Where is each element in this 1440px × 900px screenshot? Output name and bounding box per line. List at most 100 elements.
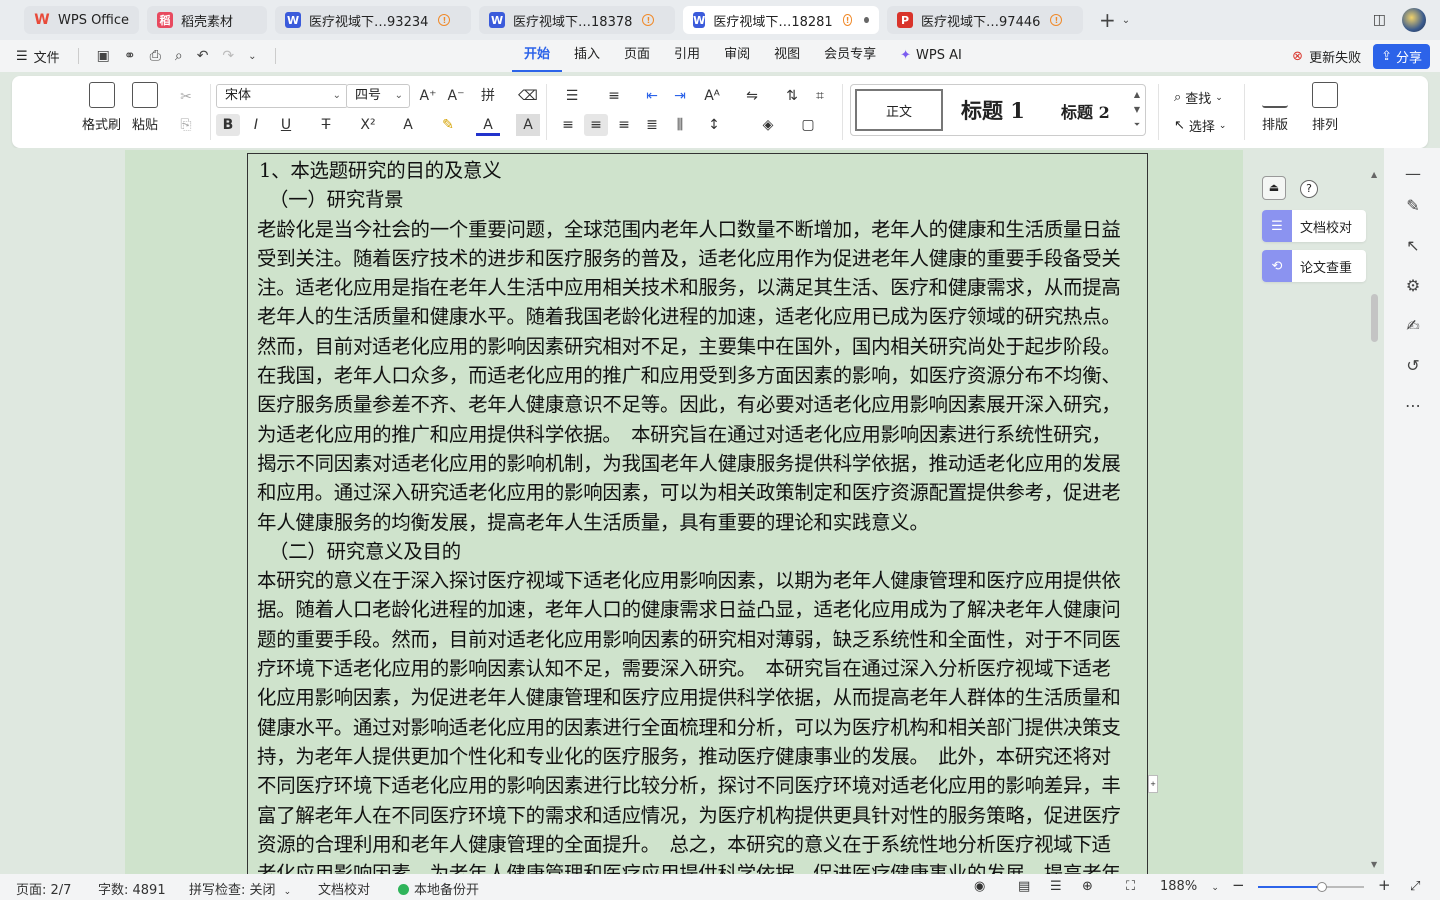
link-icon[interactable]: ⚭ [124, 48, 136, 64]
avatar[interactable] [1402, 8, 1426, 32]
bullet-list-icon[interactable]: ☰ [560, 85, 584, 107]
unsaved-dot-icon[interactable] [864, 17, 870, 23]
sidebar-toggle-icon[interactable]: ◫ [1373, 12, 1386, 28]
page-view-icon[interactable]: ▤ [1018, 879, 1030, 894]
distributed-icon[interactable]: ⫼ [668, 114, 692, 136]
decrease-indent-icon[interactable]: ⇤ [640, 85, 664, 107]
increase-indent-icon[interactable]: ⇥ [668, 85, 692, 107]
redo-icon[interactable]: ↷ [222, 48, 234, 64]
paragraph-handle[interactable]: + [1148, 775, 1158, 793]
fullscreen-icon[interactable]: ⤢ [1410, 879, 1420, 894]
zoom-in-icon[interactable]: + [1378, 876, 1391, 894]
shading-icon[interactable]: ◈ [756, 114, 780, 136]
doc-proofread-button[interactable]: ☰ 文档校对 [1262, 210, 1366, 242]
numbered-list-icon[interactable]: ≡ [602, 85, 626, 107]
tab-doc-18378[interactable]: W 医疗视域下…18378 ! [479, 6, 676, 34]
tab-review[interactable]: 审阅 [712, 40, 762, 72]
superscript-icon[interactable]: X² [356, 114, 380, 136]
chevron-down-icon[interactable]: ⌄ [1122, 15, 1130, 26]
line-spacing-icon[interactable]: ↕ [702, 114, 726, 136]
tab-wps-ai[interactable]: ✦ WPS AI [888, 40, 974, 72]
local-backup-status[interactable]: 本地备份开 [398, 879, 479, 898]
minimize-icon[interactable]: — [1403, 164, 1423, 184]
styles-scroll[interactable]: ▲ ▼ ⏷ [1131, 87, 1143, 132]
bold-icon[interactable]: B [216, 114, 240, 136]
tab-member[interactable]: 会员专享 [812, 40, 888, 72]
expand-icon[interactable]: ⏷ [1131, 117, 1143, 132]
word-count[interactable]: 字数: 4891 [98, 879, 166, 898]
chevron-down-icon[interactable]: ▼ [1131, 102, 1143, 117]
chevron-down-icon[interactable]: ⌄ [248, 51, 256, 62]
scrollbar-thumb[interactable] [1371, 294, 1378, 342]
strikethrough-icon[interactable]: T [314, 114, 338, 136]
clear-format-icon[interactable]: ⌫ [516, 85, 540, 107]
save-icon[interactable]: ▣ [97, 48, 110, 64]
adjust-icon[interactable]: ⚙ [1403, 276, 1423, 296]
tab-doc-97446[interactable]: P 医疗视域下…97446 ! [887, 6, 1084, 34]
align-right-icon[interactable]: ≡ [612, 114, 636, 136]
print-preview-icon[interactable]: ⌕ [175, 48, 183, 64]
decrease-font-icon[interactable]: A⁻ [444, 85, 468, 107]
sort-icon[interactable]: ⇅ [780, 85, 804, 107]
justify-icon[interactable]: ≣ [640, 114, 664, 136]
web-view-icon[interactable]: ⊕ [1082, 879, 1093, 894]
text-effect-icon[interactable]: A [396, 114, 420, 136]
char-shading-icon[interactable]: A [516, 114, 540, 136]
font-color-icon[interactable]: A [476, 114, 500, 136]
zoom-slider-knob[interactable] [1316, 882, 1327, 892]
style-normal[interactable]: 正文 [855, 89, 943, 131]
cut-icon[interactable]: ✂ [174, 86, 198, 108]
arrange-button[interactable]: 排列 [1312, 82, 1338, 133]
update-failed-button[interactable]: ⊗ 更新失败 [1292, 47, 1361, 66]
chinese-layout-icon[interactable]: ⇋ [740, 85, 764, 107]
tab-home[interactable]: 开始 [512, 40, 563, 72]
tab-docer[interactable]: 稻 稻壳素材 [147, 6, 268, 34]
border-icon[interactable]: ▢ [796, 114, 820, 136]
document-text-area[interactable]: 1、本选题研究的目的及意义 （一）研究背景 老龄化是当今社会的一个重要问题，全球范围… [247, 153, 1148, 874]
style-heading-2[interactable]: 标题 2 [1061, 99, 1110, 123]
increase-font-icon[interactable]: A⁺ [416, 85, 440, 107]
share-button[interactable]: ⇪ 分享 [1373, 44, 1430, 69]
pointer-icon[interactable]: ↖ [1403, 236, 1423, 256]
undo-icon[interactable]: ↶ [197, 48, 209, 64]
zoom-out-icon[interactable]: − [1232, 876, 1245, 894]
tab-view[interactable]: 视图 [762, 40, 812, 72]
help-icon[interactable]: ? [1300, 180, 1318, 198]
format-painter-button[interactable]: 格式刷 [82, 82, 121, 133]
tab-wps-office[interactable]: W WPS Office [24, 6, 140, 34]
page-indicator[interactable]: 页面: 2/7 [16, 879, 71, 898]
plagiarism-check-button[interactable]: ⟲ 论文查重 [1262, 250, 1366, 282]
text-direction-icon[interactable]: Aᴬ [700, 85, 724, 107]
eye-protection-icon[interactable]: ◉ [974, 879, 985, 894]
print-icon[interactable]: ⎙ [150, 48, 161, 64]
highlight-icon[interactable]: ✎ [436, 114, 460, 136]
vertical-scrollbar[interactable]: ▲ ▼ [1367, 152, 1383, 872]
chevron-up-icon[interactable]: ▲ [1131, 87, 1143, 102]
align-center-icon[interactable]: ≡ [584, 114, 608, 136]
history-icon[interactable]: ↺ [1403, 356, 1423, 376]
find-button[interactable]: ⌕ 查找 ⌄ [1174, 88, 1223, 107]
fit-page-icon[interactable]: ⛶ [1126, 879, 1135, 894]
style-heading-1[interactable]: 标题 1 [961, 95, 1025, 125]
tab-insert[interactable]: 插入 [562, 40, 612, 72]
tab-doc-93234[interactable]: W 医疗视域下…93234 ! [275, 6, 472, 34]
chevron-up-icon[interactable]: ▲ [1371, 170, 1377, 179]
font-name-select[interactable]: 宋体 ⌄ [216, 84, 348, 108]
show-marks-icon[interactable]: ⌗ [808, 85, 832, 107]
spell-check-toggle[interactable]: 拼写检查: 关闭 ⌄ [189, 879, 291, 898]
font-size-select[interactable]: 四号 ⌄ [346, 84, 410, 108]
tab-doc-18281[interactable]: W 医疗视域下…18281 ! [683, 6, 880, 34]
zoom-slider[interactable] [1258, 882, 1364, 892]
chevron-down-icon[interactable]: ▼ [1371, 860, 1377, 869]
collapse-panel-icon[interactable]: ⏏ [1262, 176, 1286, 200]
phonetic-guide-icon[interactable]: 拼 [476, 85, 500, 107]
paste-button[interactable]: 粘贴 [132, 82, 158, 133]
doc-proofread-status[interactable]: 文档校对 [318, 879, 370, 898]
italic-icon[interactable]: I [244, 114, 268, 136]
more-icon[interactable]: ⋯ [1403, 396, 1423, 416]
align-left-icon[interactable]: ≡ [556, 114, 580, 136]
signature-icon[interactable]: ✍ [1403, 316, 1423, 336]
file-menu[interactable]: ☰ 文件 [16, 47, 60, 66]
outline-view-icon[interactable]: ☰ [1050, 879, 1062, 894]
tab-page[interactable]: 页面 [612, 40, 662, 72]
